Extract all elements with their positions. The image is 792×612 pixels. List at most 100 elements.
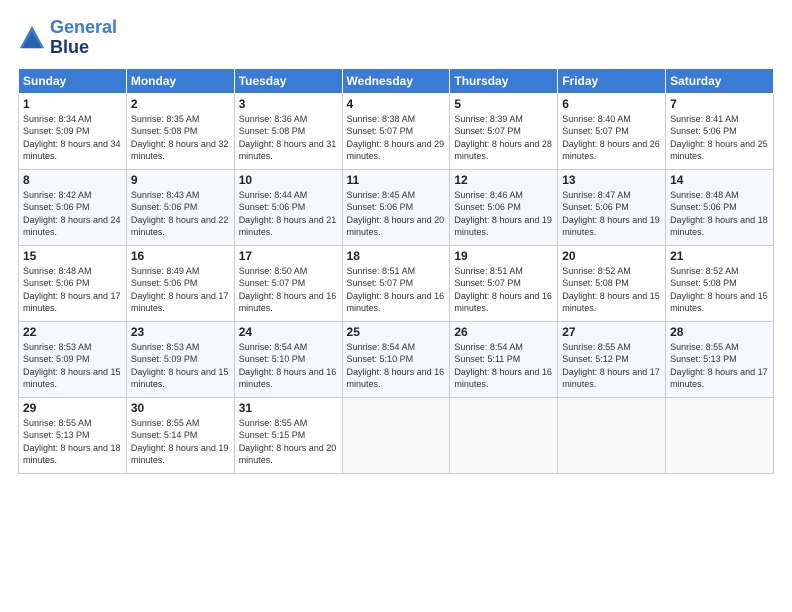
week-row-3: 15 Sunrise: 8:48 AMSunset: 5:06 PMDaylig… bbox=[19, 245, 774, 321]
day-info: Sunrise: 8:52 AMSunset: 5:08 PMDaylight:… bbox=[670, 266, 768, 314]
day-number: 29 bbox=[23, 401, 122, 415]
day-cell: 3 Sunrise: 8:36 AMSunset: 5:08 PMDayligh… bbox=[234, 93, 342, 169]
day-cell: 8 Sunrise: 8:42 AMSunset: 5:06 PMDayligh… bbox=[19, 169, 127, 245]
day-cell: 18 Sunrise: 8:51 AMSunset: 5:07 PMDaylig… bbox=[342, 245, 450, 321]
day-number: 21 bbox=[670, 249, 769, 263]
logo: GeneralBlue bbox=[18, 18, 117, 58]
day-cell: 5 Sunrise: 8:39 AMSunset: 5:07 PMDayligh… bbox=[450, 93, 558, 169]
day-number: 22 bbox=[23, 325, 122, 339]
day-cell: 4 Sunrise: 8:38 AMSunset: 5:07 PMDayligh… bbox=[342, 93, 450, 169]
day-info: Sunrise: 8:48 AMSunset: 5:06 PMDaylight:… bbox=[23, 266, 121, 314]
calendar-page: GeneralBlue SundayMondayTuesdayWednesday… bbox=[0, 0, 792, 612]
day-cell: 27 Sunrise: 8:55 AMSunset: 5:12 PMDaylig… bbox=[558, 321, 666, 397]
day-info: Sunrise: 8:54 AMSunset: 5:10 PMDaylight:… bbox=[239, 342, 337, 390]
day-info: Sunrise: 8:53 AMSunset: 5:09 PMDaylight:… bbox=[131, 342, 229, 390]
day-cell: 31 Sunrise: 8:55 AMSunset: 5:15 PMDaylig… bbox=[234, 397, 342, 473]
day-cell: 24 Sunrise: 8:54 AMSunset: 5:10 PMDaylig… bbox=[234, 321, 342, 397]
day-cell: 17 Sunrise: 8:50 AMSunset: 5:07 PMDaylig… bbox=[234, 245, 342, 321]
day-cell: 6 Sunrise: 8:40 AMSunset: 5:07 PMDayligh… bbox=[558, 93, 666, 169]
day-cell: 1 Sunrise: 8:34 AMSunset: 5:09 PMDayligh… bbox=[19, 93, 127, 169]
logo-text: GeneralBlue bbox=[50, 18, 117, 58]
day-number: 1 bbox=[23, 97, 122, 111]
day-info: Sunrise: 8:48 AMSunset: 5:06 PMDaylight:… bbox=[670, 190, 768, 238]
day-number: 14 bbox=[670, 173, 769, 187]
col-header-tuesday: Tuesday bbox=[234, 68, 342, 93]
day-info: Sunrise: 8:36 AMSunset: 5:08 PMDaylight:… bbox=[239, 114, 337, 162]
day-number: 30 bbox=[131, 401, 230, 415]
day-number: 27 bbox=[562, 325, 661, 339]
day-cell: 20 Sunrise: 8:52 AMSunset: 5:08 PMDaylig… bbox=[558, 245, 666, 321]
col-header-saturday: Saturday bbox=[666, 68, 774, 93]
day-number: 16 bbox=[131, 249, 230, 263]
day-info: Sunrise: 8:52 AMSunset: 5:08 PMDaylight:… bbox=[562, 266, 660, 314]
day-info: Sunrise: 8:55 AMSunset: 5:15 PMDaylight:… bbox=[239, 418, 337, 466]
day-info: Sunrise: 8:44 AMSunset: 5:06 PMDaylight:… bbox=[239, 190, 337, 238]
day-cell: 30 Sunrise: 8:55 AMSunset: 5:14 PMDaylig… bbox=[126, 397, 234, 473]
day-info: Sunrise: 8:35 AMSunset: 5:08 PMDaylight:… bbox=[131, 114, 229, 162]
day-info: Sunrise: 8:40 AMSunset: 5:07 PMDaylight:… bbox=[562, 114, 660, 162]
day-info: Sunrise: 8:55 AMSunset: 5:13 PMDaylight:… bbox=[670, 342, 768, 390]
day-number: 18 bbox=[347, 249, 446, 263]
day-cell: 29 Sunrise: 8:55 AMSunset: 5:13 PMDaylig… bbox=[19, 397, 127, 473]
day-number: 5 bbox=[454, 97, 553, 111]
day-info: Sunrise: 8:42 AMSunset: 5:06 PMDaylight:… bbox=[23, 190, 121, 238]
day-cell bbox=[450, 397, 558, 473]
day-info: Sunrise: 8:55 AMSunset: 5:12 PMDaylight:… bbox=[562, 342, 660, 390]
day-info: Sunrise: 8:45 AMSunset: 5:06 PMDaylight:… bbox=[347, 190, 445, 238]
day-cell: 19 Sunrise: 8:51 AMSunset: 5:07 PMDaylig… bbox=[450, 245, 558, 321]
col-header-sunday: Sunday bbox=[19, 68, 127, 93]
day-info: Sunrise: 8:39 AMSunset: 5:07 PMDaylight:… bbox=[454, 114, 552, 162]
col-header-thursday: Thursday bbox=[450, 68, 558, 93]
day-cell bbox=[342, 397, 450, 473]
day-number: 25 bbox=[347, 325, 446, 339]
day-cell: 26 Sunrise: 8:54 AMSunset: 5:11 PMDaylig… bbox=[450, 321, 558, 397]
day-cell: 22 Sunrise: 8:53 AMSunset: 5:09 PMDaylig… bbox=[19, 321, 127, 397]
day-info: Sunrise: 8:41 AMSunset: 5:06 PMDaylight:… bbox=[670, 114, 768, 162]
week-row-4: 22 Sunrise: 8:53 AMSunset: 5:09 PMDaylig… bbox=[19, 321, 774, 397]
day-number: 12 bbox=[454, 173, 553, 187]
week-row-5: 29 Sunrise: 8:55 AMSunset: 5:13 PMDaylig… bbox=[19, 397, 774, 473]
day-number: 20 bbox=[562, 249, 661, 263]
day-number: 28 bbox=[670, 325, 769, 339]
day-cell: 12 Sunrise: 8:46 AMSunset: 5:06 PMDaylig… bbox=[450, 169, 558, 245]
day-cell bbox=[666, 397, 774, 473]
day-number: 10 bbox=[239, 173, 338, 187]
day-info: Sunrise: 8:55 AMSunset: 5:13 PMDaylight:… bbox=[23, 418, 121, 466]
day-cell: 14 Sunrise: 8:48 AMSunset: 5:06 PMDaylig… bbox=[666, 169, 774, 245]
day-cell: 28 Sunrise: 8:55 AMSunset: 5:13 PMDaylig… bbox=[666, 321, 774, 397]
logo-icon bbox=[18, 24, 46, 52]
day-cell: 25 Sunrise: 8:54 AMSunset: 5:10 PMDaylig… bbox=[342, 321, 450, 397]
calendar-table: SundayMondayTuesdayWednesdayThursdayFrid… bbox=[18, 68, 774, 474]
header: GeneralBlue bbox=[18, 18, 774, 58]
day-number: 24 bbox=[239, 325, 338, 339]
day-info: Sunrise: 8:53 AMSunset: 5:09 PMDaylight:… bbox=[23, 342, 121, 390]
col-header-wednesday: Wednesday bbox=[342, 68, 450, 93]
day-cell: 15 Sunrise: 8:48 AMSunset: 5:06 PMDaylig… bbox=[19, 245, 127, 321]
day-info: Sunrise: 8:51 AMSunset: 5:07 PMDaylight:… bbox=[347, 266, 445, 314]
col-header-monday: Monday bbox=[126, 68, 234, 93]
day-number: 31 bbox=[239, 401, 338, 415]
day-number: 15 bbox=[23, 249, 122, 263]
day-info: Sunrise: 8:54 AMSunset: 5:10 PMDaylight:… bbox=[347, 342, 445, 390]
day-info: Sunrise: 8:50 AMSunset: 5:07 PMDaylight:… bbox=[239, 266, 337, 314]
day-number: 19 bbox=[454, 249, 553, 263]
day-info: Sunrise: 8:34 AMSunset: 5:09 PMDaylight:… bbox=[23, 114, 121, 162]
day-cell: 10 Sunrise: 8:44 AMSunset: 5:06 PMDaylig… bbox=[234, 169, 342, 245]
day-info: Sunrise: 8:47 AMSunset: 5:06 PMDaylight:… bbox=[562, 190, 660, 238]
day-number: 4 bbox=[347, 97, 446, 111]
week-row-1: 1 Sunrise: 8:34 AMSunset: 5:09 PMDayligh… bbox=[19, 93, 774, 169]
day-number: 17 bbox=[239, 249, 338, 263]
week-row-2: 8 Sunrise: 8:42 AMSunset: 5:06 PMDayligh… bbox=[19, 169, 774, 245]
day-number: 8 bbox=[23, 173, 122, 187]
day-number: 23 bbox=[131, 325, 230, 339]
day-cell: 21 Sunrise: 8:52 AMSunset: 5:08 PMDaylig… bbox=[666, 245, 774, 321]
day-number: 7 bbox=[670, 97, 769, 111]
day-cell: 13 Sunrise: 8:47 AMSunset: 5:06 PMDaylig… bbox=[558, 169, 666, 245]
day-number: 11 bbox=[347, 173, 446, 187]
day-cell: 16 Sunrise: 8:49 AMSunset: 5:06 PMDaylig… bbox=[126, 245, 234, 321]
day-cell bbox=[558, 397, 666, 473]
day-info: Sunrise: 8:54 AMSunset: 5:11 PMDaylight:… bbox=[454, 342, 552, 390]
day-cell: 7 Sunrise: 8:41 AMSunset: 5:06 PMDayligh… bbox=[666, 93, 774, 169]
day-info: Sunrise: 8:43 AMSunset: 5:06 PMDaylight:… bbox=[131, 190, 229, 238]
day-cell: 23 Sunrise: 8:53 AMSunset: 5:09 PMDaylig… bbox=[126, 321, 234, 397]
